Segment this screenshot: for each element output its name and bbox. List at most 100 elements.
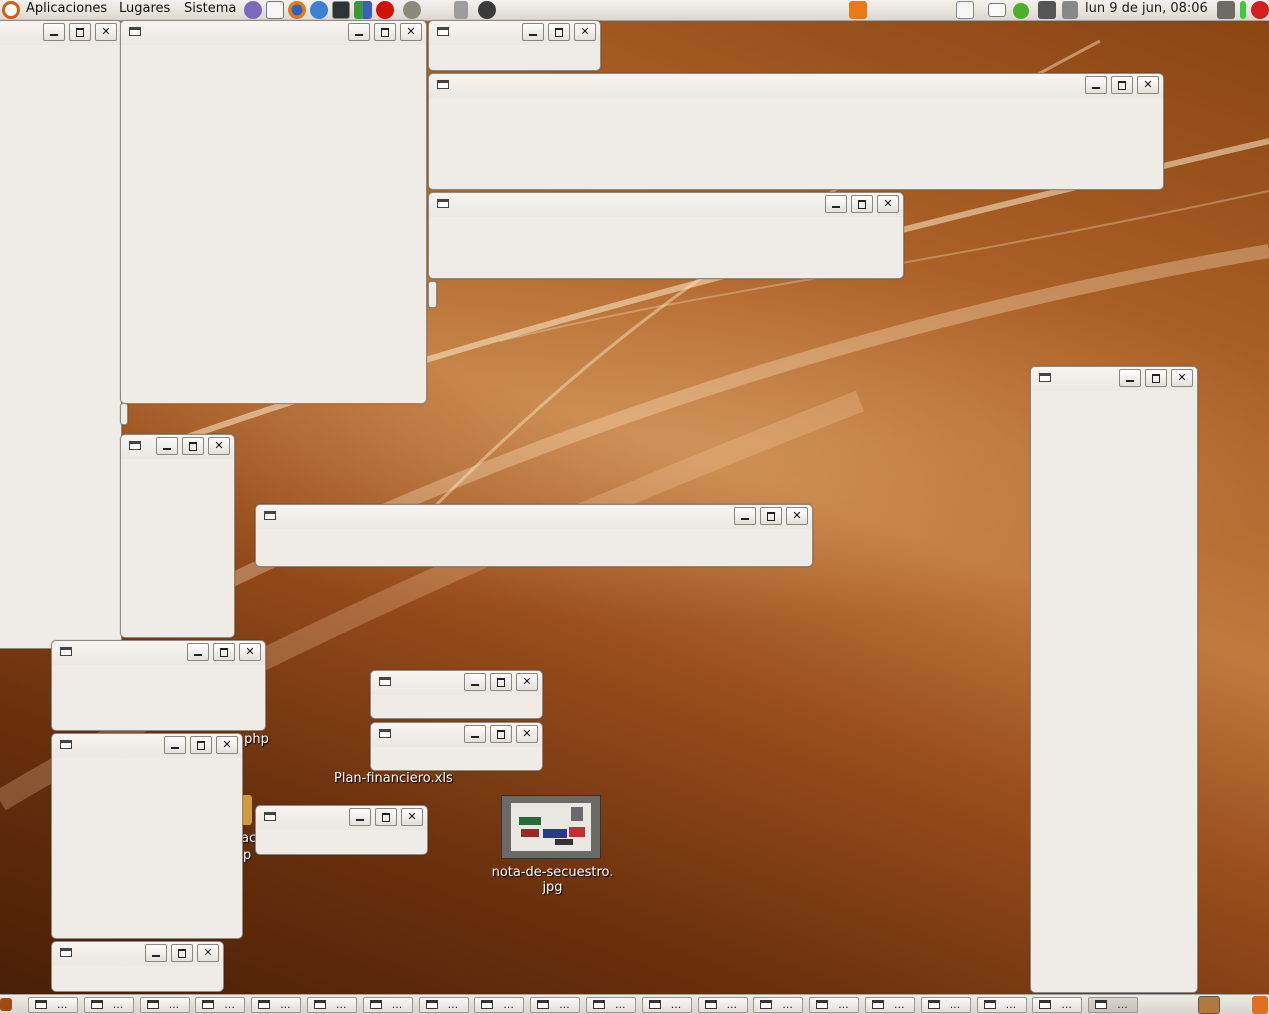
window-titlebar[interactable] [371, 723, 542, 747]
browser-icon[interactable] [310, 1, 328, 19]
mail-tray-icon[interactable] [988, 3, 1006, 17]
minimize-button[interactable] [464, 725, 486, 743]
app-window[interactable] [51, 640, 266, 731]
maximize-button[interactable] [490, 673, 512, 691]
window-icon[interactable] [264, 812, 276, 821]
window-titlebar[interactable] [52, 942, 223, 966]
volume-icon[interactable] [1062, 1, 1078, 19]
battery-icon[interactable] [1217, 1, 1235, 19]
app-icon[interactable] [244, 1, 262, 19]
php-file-label[interactable]: .php [240, 732, 269, 747]
clock[interactable]: lun 9 de jun, 08:06 [1085, 1, 1208, 17]
window-titlebar[interactable] [429, 21, 600, 45]
app-window[interactable] [120, 434, 235, 638]
window-titlebar[interactable] [256, 505, 812, 529]
close-button[interactable] [401, 808, 423, 826]
maximize-button[interactable] [548, 23, 570, 41]
close-button[interactable] [208, 437, 230, 455]
window-fragment[interactable] [120, 403, 128, 425]
window-titlebar[interactable] [52, 641, 265, 665]
app-window[interactable] [255, 805, 428, 855]
window-icon[interactable] [437, 27, 449, 36]
trash-icon[interactable] [454, 1, 468, 19]
ubuntu-logo-icon[interactable] [2, 1, 20, 19]
maximize-button[interactable] [171, 944, 193, 962]
minimize-button[interactable] [825, 195, 847, 213]
close-button[interactable] [516, 673, 538, 691]
taskbar-item[interactable]: ... [307, 997, 357, 1013]
close-button[interactable] [239, 643, 261, 661]
maximize-button[interactable] [374, 23, 396, 41]
taskbar-item[interactable]: ... [530, 997, 581, 1013]
minimize-button[interactable] [349, 808, 371, 826]
minimize-button[interactable] [156, 437, 178, 455]
window-icon[interactable] [60, 740, 72, 749]
window-icon[interactable] [437, 199, 449, 208]
close-button[interactable] [574, 23, 596, 41]
close-button[interactable] [786, 507, 808, 525]
minimize-button[interactable] [187, 643, 209, 661]
workspace-switcher-icon[interactable] [1198, 996, 1220, 1014]
app-window[interactable] [370, 670, 543, 719]
window-icon[interactable] [379, 677, 391, 686]
close-button[interactable] [516, 725, 538, 743]
taskbar-item[interactable]: ... [809, 997, 860, 1013]
close-button[interactable] [1171, 369, 1193, 387]
app-window[interactable] [120, 20, 427, 404]
close-button[interactable] [216, 736, 238, 754]
close-button[interactable] [877, 195, 899, 213]
app-window[interactable] [428, 192, 904, 279]
window-icon[interactable] [129, 441, 141, 450]
minimize-button[interactable] [43, 23, 65, 41]
notes-icon[interactable] [956, 1, 974, 19]
taskbar-item-mail[interactable]: ... [28, 997, 78, 1013]
app-window[interactable] [370, 722, 543, 771]
app-window[interactable] [255, 504, 813, 567]
minimize-button[interactable] [734, 507, 756, 525]
app-window[interactable] [1030, 366, 1198, 993]
window-icon[interactable] [437, 80, 449, 89]
minimize-button[interactable] [464, 673, 486, 691]
mail-icon[interactable] [266, 1, 284, 19]
maximize-button[interactable] [1111, 76, 1133, 94]
search-icon[interactable] [849, 1, 867, 19]
app-window[interactable] [51, 733, 243, 939]
package-icon[interactable] [354, 1, 372, 19]
app-window[interactable] [0, 20, 122, 649]
maximize-button[interactable] [1145, 369, 1167, 387]
taskbar-item[interactable]: ... [418, 997, 469, 1013]
app-window[interactable] [51, 941, 224, 992]
window-titlebar[interactable] [429, 193, 903, 217]
terminal-icon[interactable] [332, 1, 350, 19]
close-button[interactable] [95, 23, 117, 41]
menu-sistema[interactable]: Sistema [184, 1, 236, 19]
maximize-button[interactable] [851, 195, 873, 213]
window-titlebar[interactable] [52, 734, 242, 758]
taskbar-item[interactable]: ... [920, 997, 971, 1013]
window-fragment[interactable] [428, 281, 437, 308]
taskbar-item[interactable]: ... [83, 997, 134, 1013]
window-icon[interactable] [129, 27, 141, 36]
app-window[interactable] [428, 20, 601, 71]
taskbar-item[interactable]: ... [697, 997, 748, 1013]
network-status-icon[interactable] [1013, 3, 1029, 19]
window-icon[interactable] [60, 948, 72, 957]
gimp-icon[interactable] [403, 1, 421, 19]
maximize-button[interactable] [69, 23, 91, 41]
taskbar-item[interactable]: ... [195, 997, 246, 1013]
window-titlebar[interactable] [0, 21, 121, 45]
maximize-button[interactable] [190, 736, 212, 754]
taskbar-item[interactable]: ... [1088, 997, 1139, 1013]
maximize-button[interactable] [182, 437, 204, 455]
window-icon[interactable] [264, 511, 276, 520]
window-icon[interactable] [1039, 373, 1051, 382]
taskbar-item[interactable]: ... [1032, 997, 1083, 1013]
taskbar-item[interactable]: ... [474, 997, 525, 1013]
window-icon[interactable] [379, 729, 391, 738]
menu-lugares[interactable]: Lugares [119, 1, 170, 19]
maximize-button[interactable] [760, 507, 782, 525]
taskbar-item[interactable]: ... [753, 997, 804, 1013]
window-titlebar[interactable] [256, 806, 427, 830]
window-titlebar[interactable] [121, 435, 234, 459]
maximize-button[interactable] [213, 643, 235, 661]
